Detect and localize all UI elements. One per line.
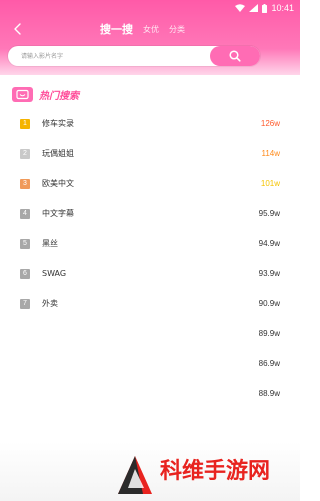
item-count: 93.9w	[258, 269, 280, 278]
rank-badge: 4	[20, 209, 30, 219]
item-count: 88.9w	[258, 389, 280, 398]
search-input[interactable]	[21, 46, 191, 66]
list-item[interactable]: 88.9w	[0, 384, 300, 414]
list-item[interactable]: 3 欧美中文 101w	[0, 174, 300, 204]
watermark-text: 科维手游网	[160, 459, 271, 484]
signal-icon	[249, 4, 259, 12]
item-title: 欧美中文	[42, 179, 74, 188]
item-count: 89.9w	[258, 329, 280, 338]
item-title: 黑丝	[42, 239, 58, 248]
status-bar: 10:41	[0, 0, 300, 14]
item-count: 90.9w	[258, 299, 280, 308]
hot-search-title: 热门搜索	[39, 90, 79, 102]
item-title: SWAG	[42, 269, 67, 278]
rank-badge: 5	[20, 239, 30, 249]
item-count: 126w	[260, 119, 280, 128]
tab-categories[interactable]: 分类	[169, 22, 185, 38]
item-count: 101w	[260, 179, 280, 188]
item-count: 95.9w	[258, 209, 280, 218]
header-tabs: 搜一搜 女优 分类	[100, 20, 185, 38]
item-count: 114w	[261, 149, 280, 158]
battery-icon	[262, 3, 268, 13]
status-icons: 10:41	[235, 2, 294, 14]
rank-badge: 7	[20, 299, 30, 309]
watermark-logo	[118, 456, 152, 494]
item-title: 修车实录	[42, 119, 74, 128]
item-title: 玩偶姐姐	[42, 149, 74, 158]
tab-search[interactable]: 搜一搜	[100, 22, 133, 38]
list-item[interactable]: 4 中文字幕 95.9w	[0, 204, 300, 234]
list-item[interactable]: 1 修车实录 126w	[0, 114, 300, 144]
wifi-icon	[235, 4, 246, 12]
hot-search-icon	[12, 86, 33, 102]
list-item[interactable]: 86.9w	[0, 354, 300, 384]
item-count: 94.9w	[258, 239, 280, 248]
hot-search-list: 1 修车实录 126w 2 玩偶姐姐 114w 3 欧美中文 101w 4 中文…	[0, 114, 300, 414]
rank-badge: 2	[20, 149, 30, 159]
item-title: 外卖	[42, 299, 58, 308]
tab-actresses[interactable]: 女优	[143, 22, 159, 38]
rank-badge: 3	[20, 179, 30, 189]
chevron-left-icon	[14, 23, 21, 35]
hot-search-header: 热门搜索	[12, 86, 79, 102]
status-time: 10:41	[271, 3, 294, 13]
item-title: 中文字幕	[42, 209, 74, 218]
rank-badge: 1	[20, 119, 30, 129]
back-button[interactable]	[9, 20, 27, 38]
list-item[interactable]: 6 SWAG 93.9w	[0, 264, 300, 294]
list-item[interactable]: 7 外卖 90.9w	[0, 294, 300, 324]
rank-badge: 6	[20, 269, 30, 279]
list-item[interactable]: 5 黑丝 94.9w	[0, 234, 300, 264]
item-count: 86.9w	[258, 359, 280, 368]
header-bar: 10:41 搜一搜 女优 分类	[0, 0, 300, 75]
search-button[interactable]	[210, 46, 260, 66]
search-icon	[229, 50, 241, 62]
list-item[interactable]: 89.9w	[0, 324, 300, 354]
list-item[interactable]: 2 玩偶姐姐 114w	[0, 144, 300, 174]
